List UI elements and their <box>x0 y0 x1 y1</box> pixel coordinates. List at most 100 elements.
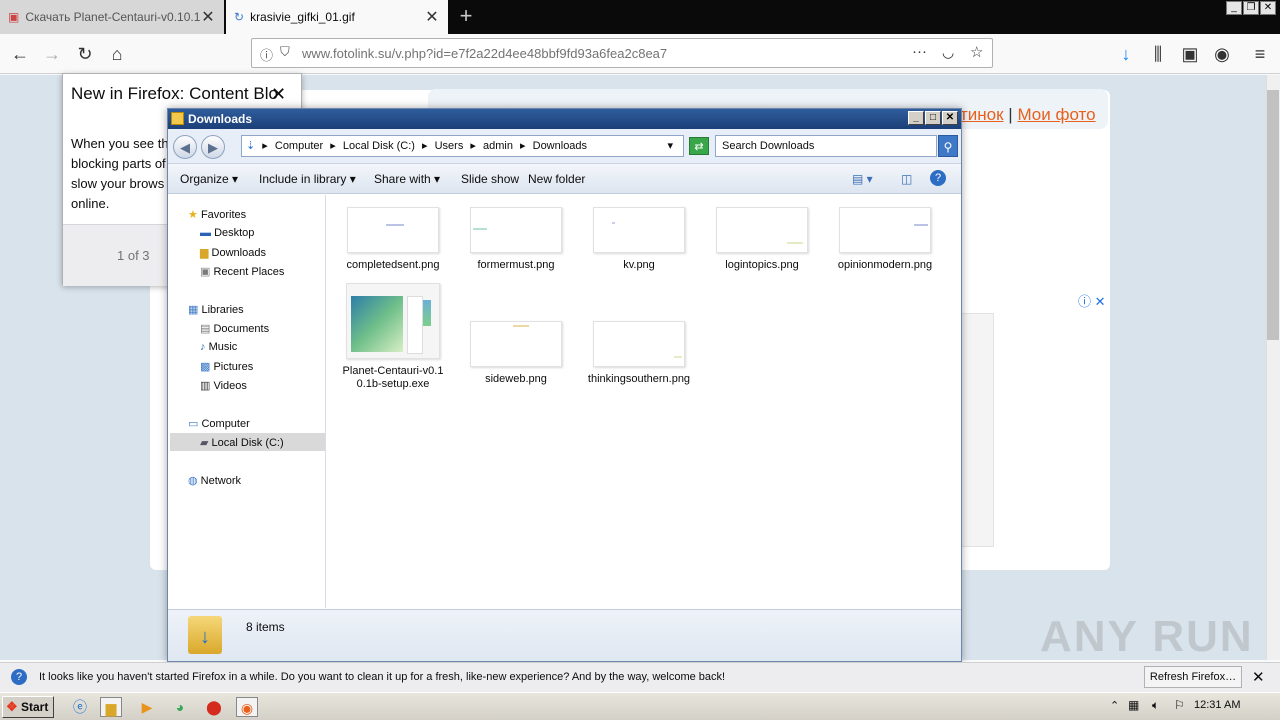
page-link-my-photos[interactable]: Мои фото <box>1017 105 1095 124</box>
organize-menu[interactable]: Organize ▾ <box>180 172 238 186</box>
bookmark-star-icon[interactable]: ☆ <box>970 43 983 61</box>
tab-close-icon[interactable]: ✕ <box>200 7 216 27</box>
breadcrumb-downloads[interactable]: Downloads <box>533 140 587 152</box>
library-icon[interactable]: ⫼ <box>1146 42 1170 66</box>
media-player-icon[interactable]: ▶ <box>136 697 158 717</box>
music-icon: ♪ <box>200 341 206 353</box>
breadcrumb-admin[interactable]: admin <box>483 140 513 152</box>
navigation-toolbar: ← → ↻ ⌂ ⓘ ⛉ www.fotolink.su/v.php?id=e7f… <box>0 34 1280 74</box>
refresh-icon[interactable]: ⇄ <box>689 137 709 155</box>
nav-network[interactable]: ◍ Network <box>188 474 241 487</box>
nav-downloads[interactable]: ▆ Downloads <box>200 246 266 259</box>
nav-documents[interactable]: ▤ Documents <box>200 322 269 335</box>
nav-desktop[interactable]: ▬ Desktop <box>200 227 254 239</box>
file-item[interactable]: sideweb.png <box>461 321 571 386</box>
tracking-shield-icon[interactable]: ⛉ <box>280 44 290 60</box>
file-name: opinionmodern.png <box>837 259 933 271</box>
search-input[interactable]: Search Downloads <box>715 135 937 157</box>
pocket-icon[interactable]: ◡ <box>942 44 954 61</box>
breadcrumb[interactable]: ⇣ ▸ Computer ▸ Local Disk (C:) ▸ Users ▸… <box>241 135 684 157</box>
view-options-icon[interactable]: ▤ ▾ <box>852 172 873 186</box>
network-tray-icon[interactable]: ▦ <box>1128 698 1139 712</box>
start-button[interactable]: ❖ Start <box>2 696 54 718</box>
computer-icon: ▭ <box>188 418 199 430</box>
notification-close-icon[interactable]: ✕ <box>1252 668 1265 686</box>
file-item[interactable]: logintopics.png <box>707 207 817 272</box>
menu-icon[interactable]: ≡ <box>1248 42 1272 66</box>
explorer-taskbar-icon[interactable]: ▆ <box>100 697 122 717</box>
file-item[interactable]: Planet-Centauri-v0.10.1b-setup.exe <box>338 283 448 391</box>
ad-info-icon[interactable]: ⓘ ✕ <box>1078 291 1106 310</box>
file-item[interactable]: thinkingsouthern.png <box>584 321 694 386</box>
star-icon: ★ <box>188 209 198 221</box>
account-icon[interactable]: ◉ <box>1210 42 1234 66</box>
flag-icon[interactable]: ⚐ <box>1174 698 1185 712</box>
firefox-taskbar-icon[interactable]: ◉ <box>236 697 258 717</box>
panel-close-icon[interactable]: ✕ <box>271 84 286 105</box>
file-item[interactable]: completedsent.png <box>338 207 448 272</box>
nav-computer[interactable]: ▭ Computer <box>188 417 250 430</box>
tray-expand-icon[interactable]: ⌃ <box>1110 699 1119 712</box>
page-link-gallery[interactable]: тинок <box>960 105 1004 124</box>
downloads-icon[interactable]: ↓ <box>1114 42 1138 66</box>
reload-icon[interactable]: ↻ <box>73 42 97 66</box>
chrome-icon[interactable]: ◕ <box>169 697 191 717</box>
slide-show-button[interactable]: Slide show <box>461 172 519 186</box>
image-thumbnail <box>593 321 685 367</box>
chevron-icon: ▸ <box>330 140 336 152</box>
desktop-icon: ▬ <box>200 227 211 239</box>
nav-recent-places[interactable]: ▣ Recent Places <box>200 265 284 278</box>
explorer-minimize-button[interactable]: _ <box>908 111 924 125</box>
refresh-firefox-button[interactable]: Refresh Firefox… <box>1144 666 1242 688</box>
file-item[interactable]: opinionmodern.png <box>830 207 940 272</box>
volume-icon[interactable]: 🔈︎ <box>1152 698 1159 713</box>
sidebar-icon[interactable]: ▣ <box>1178 42 1202 66</box>
page-actions-icon[interactable]: ··· <box>912 43 927 60</box>
taskbar: ❖ Start ⓔ ▆ ▶ ◕ ⬤ ◉ ⌃ ▦ 🔈︎ ⚐ 12:31 AM <box>0 692 1280 720</box>
file-item[interactable]: formermust.png <box>461 207 571 272</box>
back-icon[interactable]: ← <box>8 42 32 66</box>
search-icon[interactable]: ⚲ <box>938 135 958 157</box>
close-window-button[interactable]: ✕ <box>1260 1 1276 15</box>
breadcrumb-computer[interactable]: Computer <box>275 140 323 152</box>
home-icon[interactable]: ⌂ <box>105 42 129 66</box>
breadcrumb-local-disk[interactable]: Local Disk (C:) <box>343 140 415 152</box>
file-name: Planet-Centauri-v0.10.1b-setup.exe <box>342 365 444 390</box>
file-name: kv.png <box>623 259 655 271</box>
explorer-titlebar[interactable]: Downloads _ □ ✕ <box>168 109 961 129</box>
new-folder-button[interactable]: New folder <box>528 172 585 186</box>
opera-icon[interactable]: ⬤ <box>203 697 225 717</box>
breadcrumb-users[interactable]: Users <box>435 140 464 152</box>
url-bar[interactable]: ⓘ ⛉ www.fotolink.su/v.php?id=e7f2a22d4ee… <box>251 38 993 68</box>
explorer-close-button[interactable]: ✕ <box>942 111 958 125</box>
nav-videos[interactable]: ▥ Videos <box>200 379 247 392</box>
help-icon[interactable]: ? <box>930 170 946 186</box>
restore-button[interactable]: ❐ <box>1243 1 1259 15</box>
panel-pager: 1 of 3 <box>117 248 150 263</box>
nav-local-disk[interactable]: ▰ Local Disk (C:) <box>200 436 284 449</box>
explorer-maximize-button[interactable]: □ <box>925 111 941 125</box>
nav-music[interactable]: ♪ Music <box>200 341 237 353</box>
preview-pane-icon[interactable]: ◫ <box>901 172 912 186</box>
tab-close-icon[interactable]: ✕ <box>424 7 440 27</box>
url-text: www.fotolink.su/v.php?id=e7f2a22d4ee48bb… <box>302 46 668 61</box>
internet-explorer-icon[interactable]: ⓔ <box>69 697 91 717</box>
new-tab-icon[interactable]: + <box>454 4 478 28</box>
tab-krasivie-gifki[interactable]: ↻ krasivie_gifki_01.gif ✕ <box>226 0 448 34</box>
nav-pictures[interactable]: ▩ Pictures <box>200 360 253 373</box>
explorer-forward-icon[interactable]: ▶ <box>201 135 225 159</box>
dropdown-arrow-icon[interactable]: ▾ <box>667 136 673 156</box>
include-in-library-menu[interactable]: Include in library ▾ <box>259 172 356 186</box>
share-with-menu[interactable]: Share with ▾ <box>374 172 440 186</box>
nav-libraries[interactable]: ▦ Libraries <box>188 303 244 316</box>
explorer-back-icon[interactable]: ◀ <box>173 135 197 159</box>
image-thumbnail <box>470 321 562 367</box>
tab-loading-icon: ↻ <box>234 10 245 24</box>
info-icon[interactable]: ⓘ <box>260 45 273 64</box>
minimize-button[interactable]: _ <box>1226 1 1242 15</box>
tab-planet-centauri[interactable]: ▣ Скачать Planet-Centauri-v0.10.1 ✕ <box>0 0 224 34</box>
nav-favorites[interactable]: ★ Favorites <box>188 208 246 221</box>
forward-icon[interactable]: → <box>40 42 64 66</box>
scrollbar-thumb[interactable] <box>1267 90 1279 340</box>
file-item[interactable]: kv.png <box>584 207 694 272</box>
